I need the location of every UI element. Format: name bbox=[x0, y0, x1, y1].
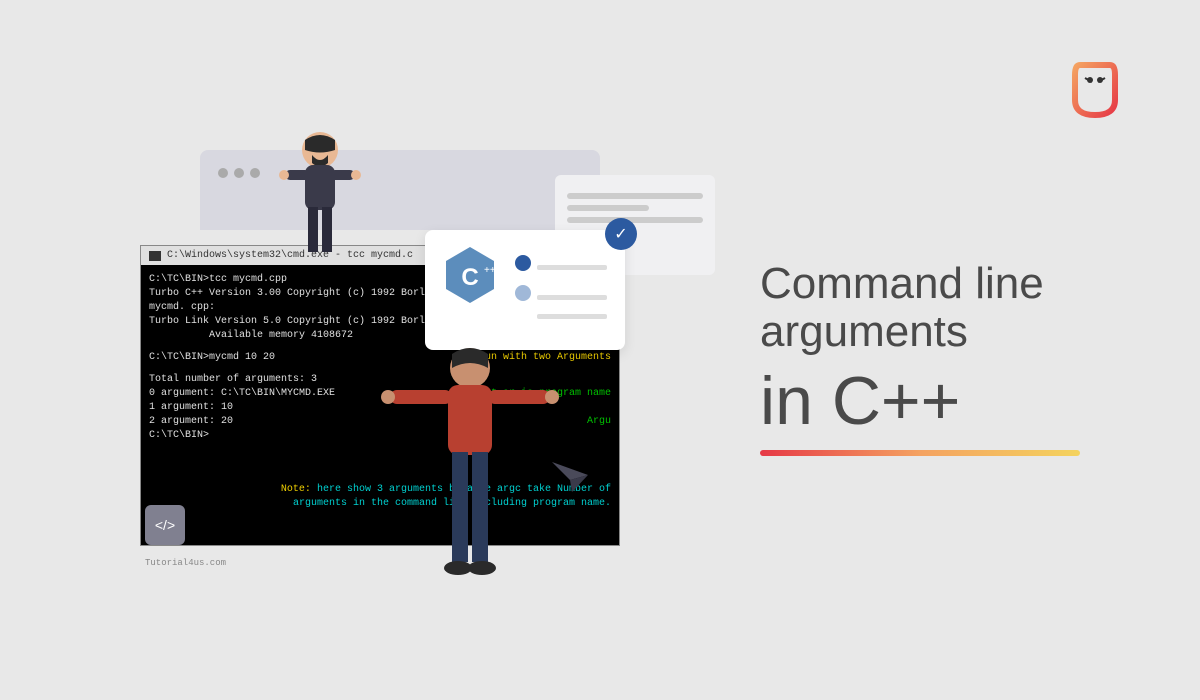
note-label: Note: bbox=[281, 484, 311, 495]
term-annot: Argu bbox=[587, 415, 611, 429]
term-line: 0 argument: C:\TC\BIN\MYCMD.EXE bbox=[149, 388, 335, 399]
svg-text:++: ++ bbox=[484, 265, 496, 276]
cpp-card-lines bbox=[515, 255, 607, 324]
cpp-logo-icon: C ++ bbox=[440, 245, 500, 305]
browser-dot bbox=[218, 168, 228, 178]
line-decor bbox=[537, 265, 607, 270]
person-illustration-2 bbox=[380, 340, 560, 605]
line-decor bbox=[537, 314, 607, 319]
title-line-3: in C++ bbox=[760, 362, 1080, 440]
doc-line bbox=[567, 217, 703, 223]
ninja-logo-icon bbox=[1070, 60, 1120, 120]
term-line: C:\TC\BIN>tcc mycmd.cpp bbox=[149, 274, 287, 285]
browser-dot bbox=[234, 168, 244, 178]
line-decor bbox=[537, 295, 607, 300]
cmd-icon bbox=[149, 251, 161, 261]
brand-logo bbox=[1070, 60, 1120, 120]
term-line: C:\TC\BIN>mycmd 10 20 bbox=[149, 352, 275, 363]
title-underline bbox=[760, 450, 1080, 456]
term-line: 2 argument: 20 bbox=[149, 416, 233, 427]
browser-window-decor: ⚙ bbox=[200, 150, 600, 230]
title-line-2: arguments bbox=[760, 308, 1080, 356]
title-line-1: Command line bbox=[760, 260, 1080, 308]
person-illustration-1 bbox=[270, 125, 370, 270]
check-icon: ✓ bbox=[605, 218, 637, 250]
watermark-text: Tutorial4us.com bbox=[145, 558, 226, 568]
doc-line bbox=[567, 205, 649, 211]
svg-text:C: C bbox=[461, 264, 478, 291]
dot-icon bbox=[515, 255, 531, 271]
browser-dots bbox=[210, 160, 590, 186]
code-icon: </> bbox=[145, 505, 185, 545]
main-title: Command line arguments in C++ bbox=[760, 260, 1080, 456]
cpp-card: ✓ C ++ bbox=[425, 230, 625, 350]
doc-line bbox=[567, 193, 703, 199]
browser-dot bbox=[250, 168, 260, 178]
dot-icon bbox=[515, 285, 531, 301]
